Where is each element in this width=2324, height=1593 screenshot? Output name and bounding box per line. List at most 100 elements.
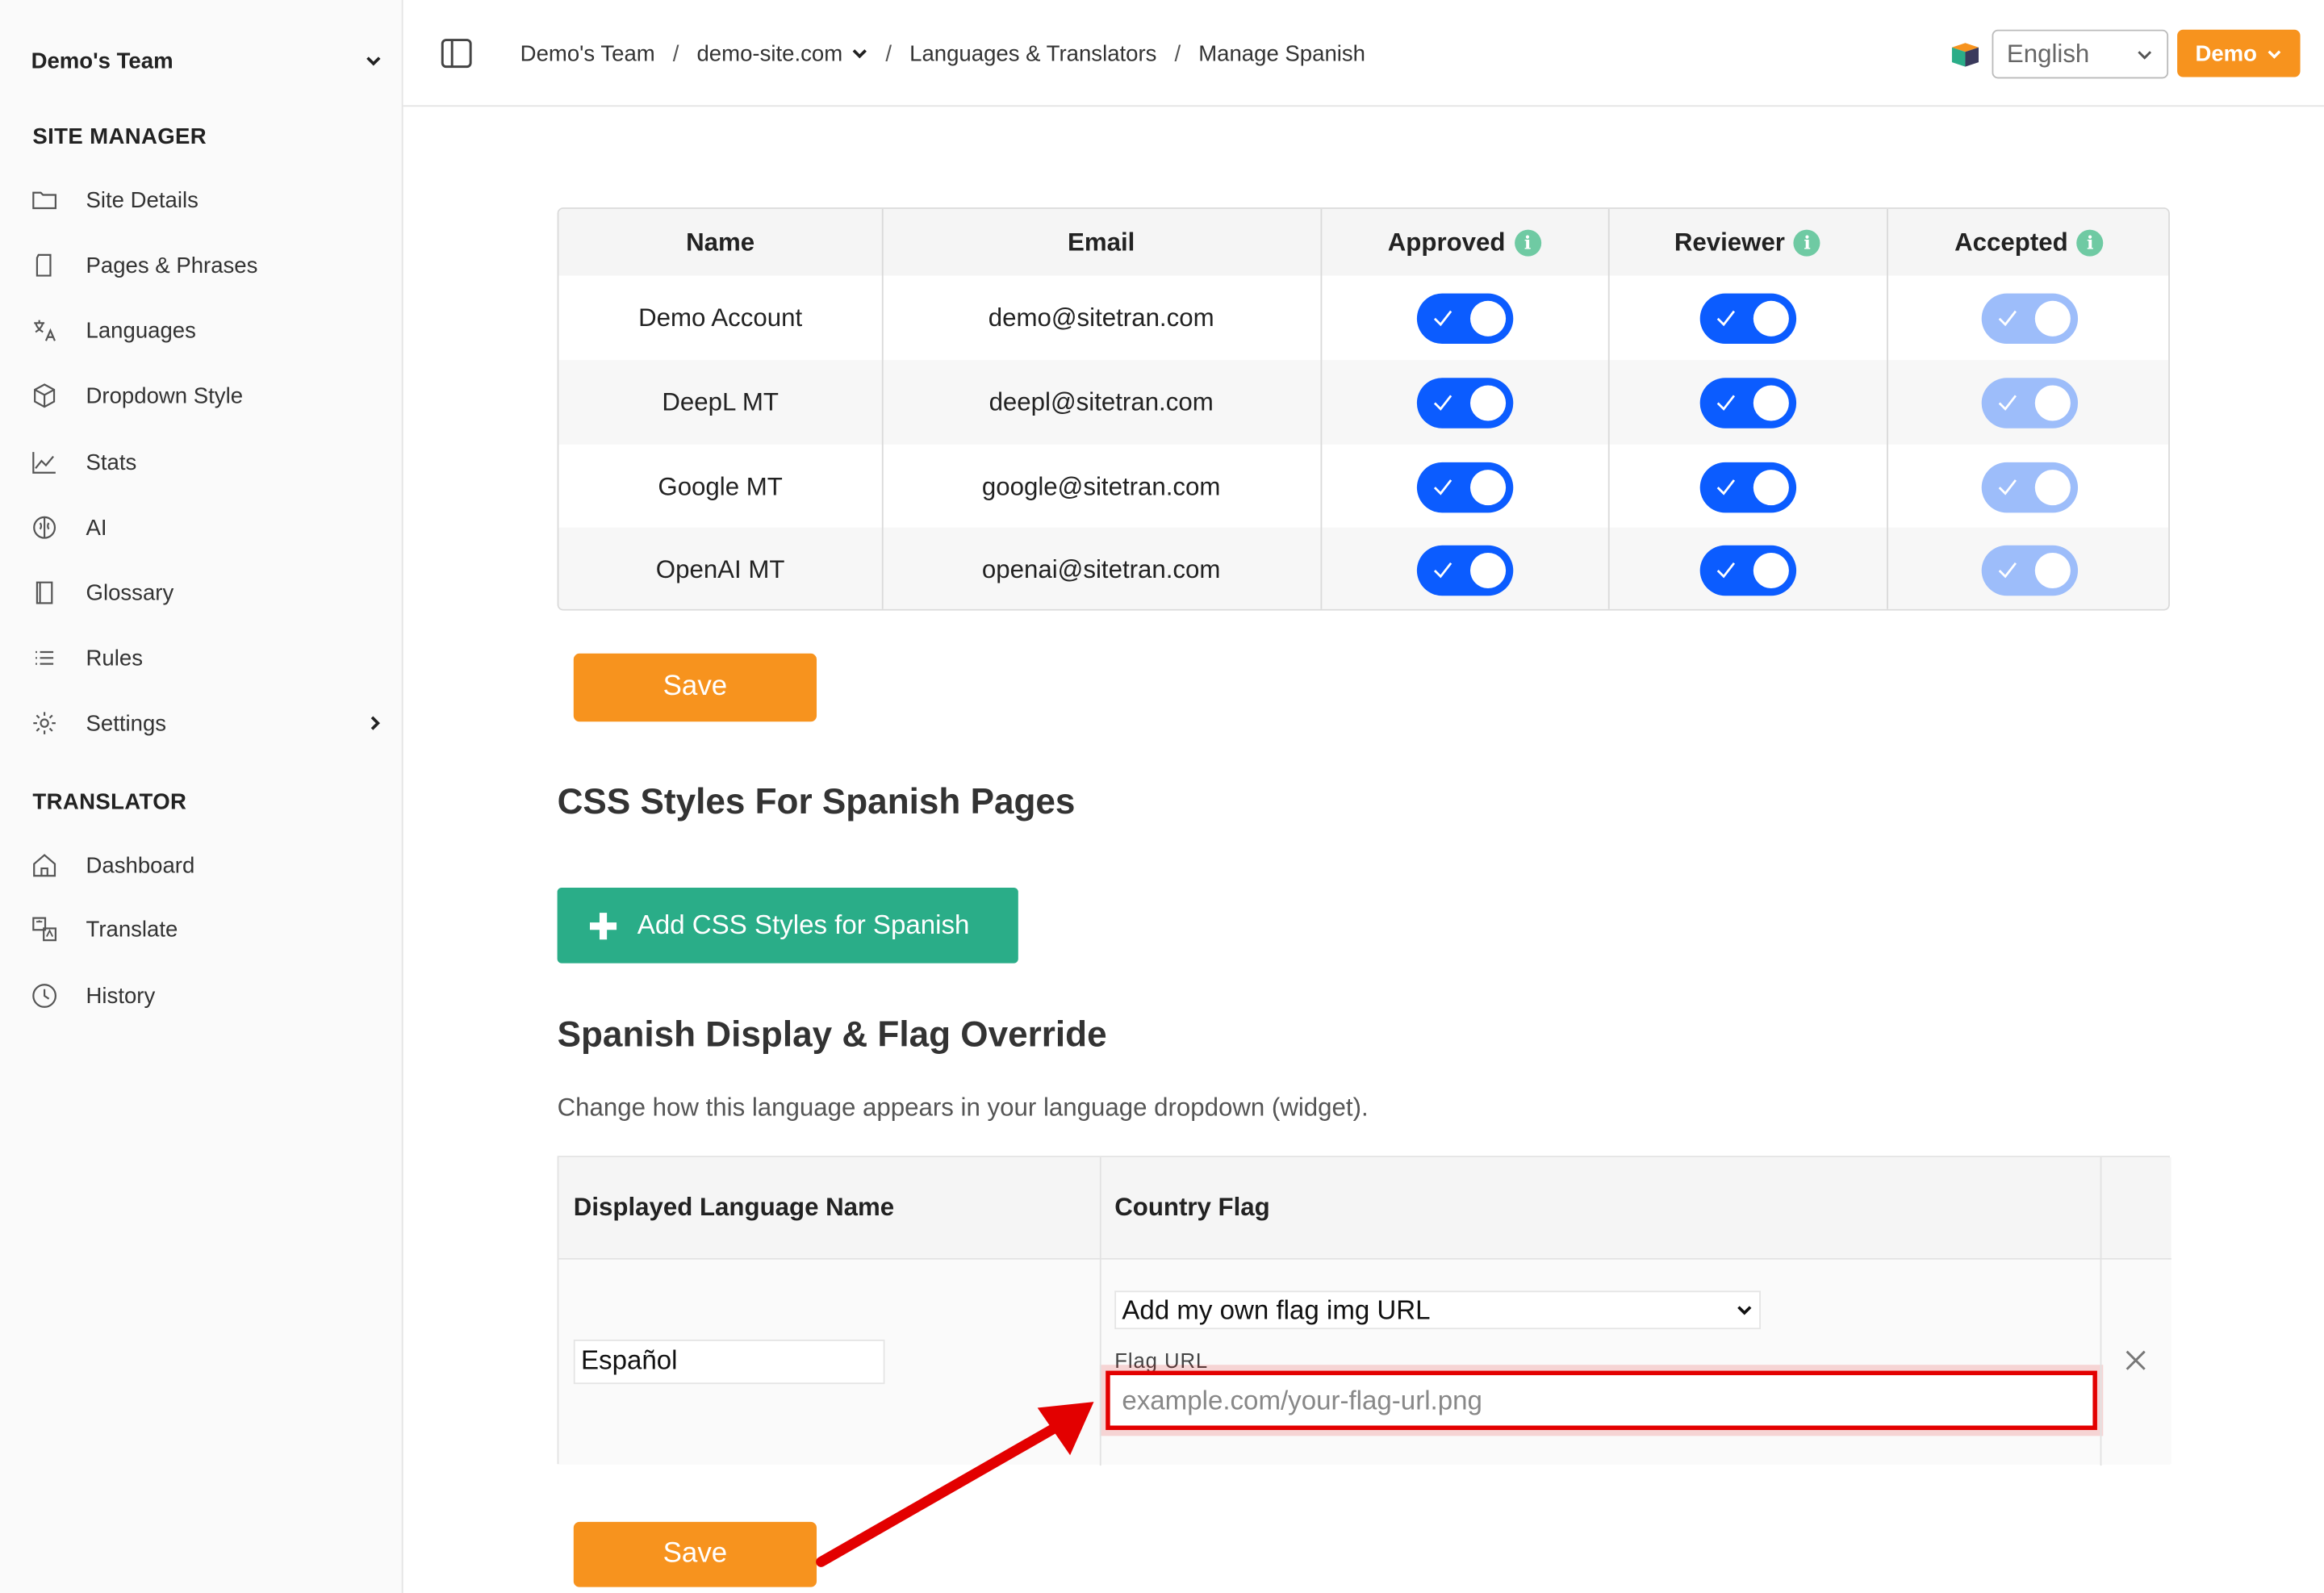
flag-type-select[interactable]: Add my own flag img URL (1114, 1290, 1761, 1330)
cell-accepted (1887, 528, 2168, 609)
breadcrumb-separator: / (672, 40, 679, 66)
table-row: DeepL MT deepl@sitetran.com (558, 360, 2169, 445)
approved-toggle[interactable] (1415, 544, 1513, 596)
approved-toggle[interactable] (1415, 377, 1513, 428)
sidebar-item-dropdown-style[interactable]: Dropdown Style (30, 375, 386, 416)
table-header: Displayed Language Name Country Flag (558, 1157, 2171, 1260)
demo-button-label: Demo (2195, 40, 2258, 66)
col-email: Email (882, 209, 1321, 276)
sidebar-item-rules[interactable]: Rules (30, 638, 386, 679)
table-row: Google MT google@sitetran.com (558, 444, 2169, 529)
accepted-toggle (1980, 462, 2078, 512)
sidebar-item-pages-phrases[interactable]: Pages & Phrases (30, 245, 386, 286)
translator-heading: TRANSLATOR (32, 789, 187, 815)
breadcrumb-separator: / (885, 40, 892, 66)
cell-email: google@sitetran.com (981, 471, 1221, 500)
cell-reviewer (1608, 360, 1887, 445)
check-icon (1997, 562, 2017, 578)
sidebar-item-label: History (86, 983, 156, 1009)
site-manager-heading: SITE MANAGER (32, 124, 207, 150)
reviewer-toggle[interactable] (1699, 462, 1796, 512)
sidebar-item-label: Glossary (86, 579, 174, 606)
table-row: OpenAI MT openai@sitetran.com (558, 527, 2169, 609)
check-icon (1997, 479, 2017, 495)
sidebar-item-history[interactable]: History (30, 975, 386, 1016)
approved-toggle[interactable] (1415, 292, 1513, 344)
chevron-down-icon (851, 49, 867, 59)
reviewer-toggle[interactable] (1699, 377, 1796, 428)
check-icon (1433, 562, 1452, 578)
info-icon[interactable]: i (1514, 228, 1541, 256)
sidebar-item-site-details[interactable]: Site Details (30, 179, 386, 220)
home-icon (30, 851, 60, 880)
sidebar-item-label: Settings (86, 710, 167, 736)
sidebar: Demo's Team SITE MANAGER Site Details Pa… (0, 0, 403, 1593)
sidebar-item-stats[interactable]: Stats (30, 441, 386, 483)
approved-toggle[interactable] (1415, 462, 1513, 512)
language-select[interactable]: English (1992, 29, 2169, 79)
accepted-toggle (1980, 292, 2078, 344)
flag-url-input[interactable]: example.com/your-flag-url.png (1106, 1370, 2097, 1431)
cell-approved (1320, 445, 1607, 529)
cell-approved (1320, 528, 1607, 609)
chevron-right-icon (370, 716, 380, 730)
sidebar-item-ai[interactable]: AI (30, 507, 386, 548)
book-icon (30, 578, 60, 608)
sidebar-toggle-icon[interactable] (439, 36, 474, 71)
folder-icon (30, 186, 60, 215)
col-displayed-name: Displayed Language Name (573, 1193, 895, 1222)
cell-name: Google MT (658, 471, 783, 500)
reviewer-toggle[interactable] (1699, 292, 1796, 344)
table-row: Demo Account demo@sitetran.com (558, 275, 2169, 361)
cell-accepted (1887, 276, 2168, 361)
save-translators-button[interactable]: Save (573, 653, 817, 722)
column-divider (1607, 208, 1610, 609)
col-reviewer: Reviewer i (1608, 209, 1887, 276)
info-icon[interactable]: i (2076, 228, 2104, 256)
breadcrumb-site-label: demo-site.com (696, 40, 843, 66)
breadcrumb-languages[interactable]: Languages & Translators (909, 40, 1156, 65)
page-icon (30, 250, 60, 280)
close-icon[interactable] (2124, 1348, 2147, 1372)
sidebar-item-dashboard[interactable]: Dashboard (30, 845, 386, 886)
language-select-value: English (2006, 39, 2090, 68)
col-label: Reviewer (1674, 227, 1785, 256)
info-icon[interactable]: i (1794, 228, 1821, 256)
demo-account-button[interactable]: Demo (2177, 29, 2301, 77)
col-label: Accepted (1954, 227, 2068, 256)
cell-name: Demo Account (638, 303, 803, 332)
cell-reviewer (1608, 528, 1887, 609)
check-icon (1716, 309, 1735, 326)
flag-section-title: Spanish Display & Flag Override (557, 1014, 1107, 1056)
sidebar-item-glossary[interactable]: Glossary (30, 572, 386, 613)
flag-type-value: Add my own flag img URL (1122, 1294, 1431, 1324)
breadcrumb-team[interactable]: Demo's Team (520, 40, 655, 65)
save-flag-button[interactable]: Save (573, 1521, 817, 1587)
check-icon (1716, 562, 1735, 578)
add-css-styles-button[interactable]: Add CSS Styles for Spanish (557, 887, 1018, 964)
col-name: Name (558, 209, 881, 276)
flag-section-description: Change how this language appears in your… (557, 1093, 1369, 1123)
column-divider (1887, 208, 1888, 609)
sidebar-item-translate[interactable]: Translate (30, 909, 386, 950)
cell-name: OpenAI MT (655, 554, 785, 583)
check-icon (1716, 479, 1735, 495)
list-icon (30, 643, 60, 673)
col-label: Email (1067, 227, 1135, 256)
sidebar-item-languages[interactable]: Languages (30, 310, 386, 351)
col-label: Name (686, 227, 755, 256)
accepted-toggle (1980, 544, 2078, 596)
translate-icon (30, 316, 60, 345)
css-section-title: CSS Styles For Spanish Pages (557, 782, 1076, 823)
team-switcher[interactable]: Demo's Team (31, 44, 384, 77)
cell-email: openai@sitetran.com (981, 554, 1221, 583)
cell-reviewer (1608, 445, 1887, 529)
sidebar-item-settings[interactable]: Settings (30, 702, 386, 743)
breadcrumb-site[interactable]: demo-site.com (696, 40, 867, 66)
reviewer-toggle[interactable] (1699, 544, 1796, 596)
cell-reviewer (1608, 276, 1887, 361)
gear-icon (30, 709, 60, 738)
sidebar-item-label: Translate (86, 916, 178, 942)
cell-accepted (1887, 445, 2168, 529)
sidebar-item-label: Dashboard (86, 852, 195, 879)
